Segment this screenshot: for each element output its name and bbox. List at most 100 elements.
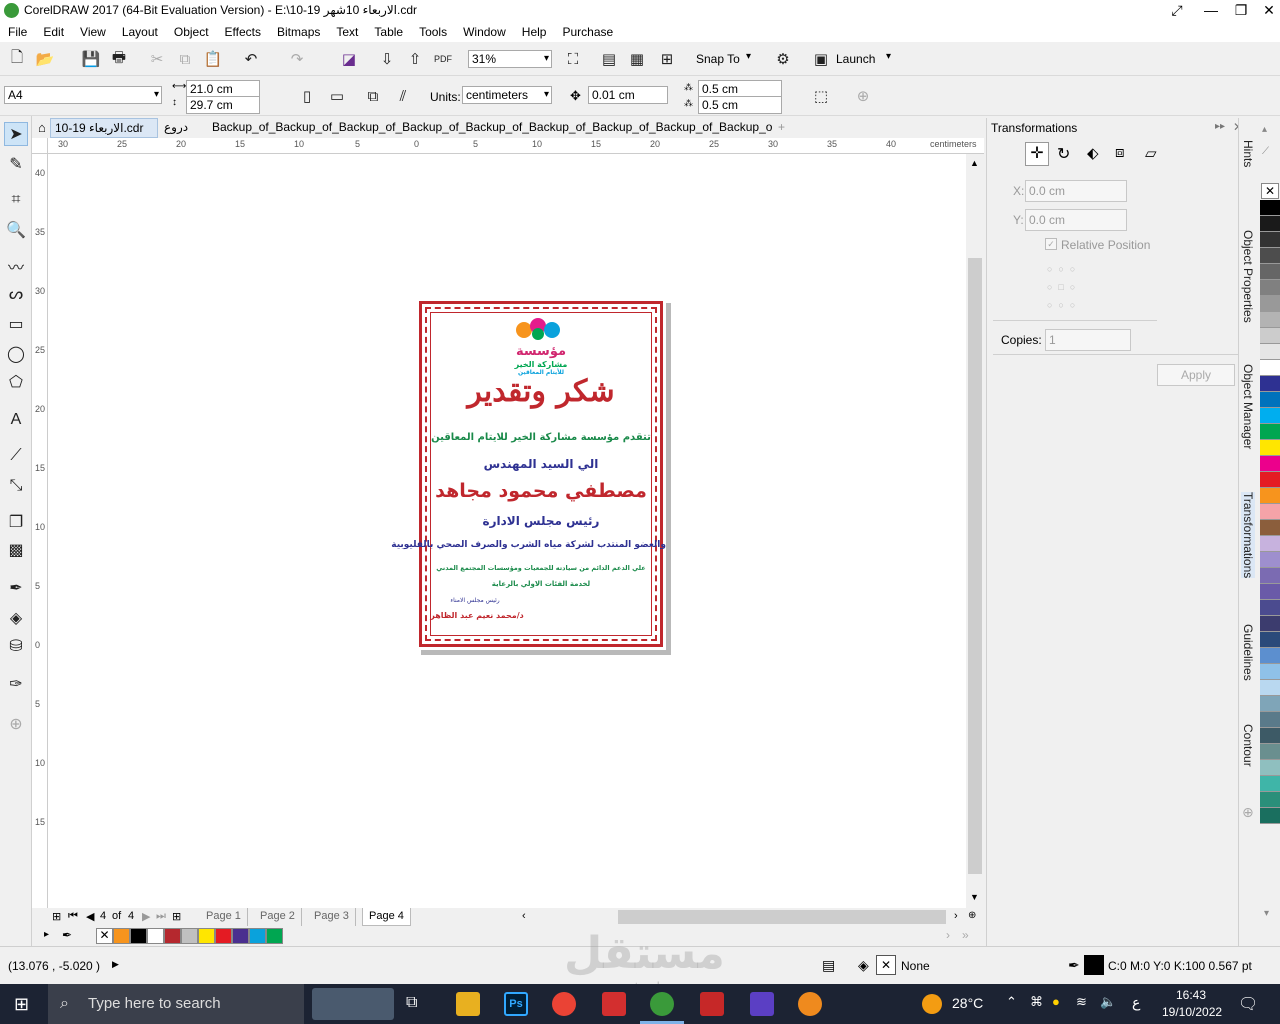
add-page-before-icon[interactable]: ⊞ <box>52 910 61 923</box>
outline-pen-icon[interactable]: ✑ <box>4 672 28 696</box>
color-swatch[interactable] <box>1260 680 1280 696</box>
paste-icon[interactable]: 📋 <box>202 48 224 70</box>
palette-collapse-icon[interactable]: ⟋ <box>1262 146 1269 157</box>
minimize-button[interactable]: — <box>1194 0 1228 22</box>
color-swatch[interactable] <box>1260 760 1280 776</box>
page-size-dropdown[interactable]: A4 <box>4 86 162 104</box>
color-swatch[interactable] <box>1260 280 1280 296</box>
color-swatch[interactable] <box>1260 520 1280 536</box>
last-page-icon[interactable]: ⏭ <box>156 910 166 923</box>
horizontal-ruler[interactable]: 30 25 20 15 10 5 0 5 10 15 20 25 30 35 4… <box>48 138 984 154</box>
crop-tool-icon[interactable]: ⌗ <box>4 188 28 212</box>
color-swatch[interactable] <box>1260 264 1280 280</box>
text-tool-icon[interactable]: A <box>4 408 28 432</box>
treat-as-filled-icon[interactable]: ⬚ <box>810 85 832 107</box>
vertical-ruler[interactable]: 40 35 30 25 20 15 10 5 0 5 10 15 <box>32 154 48 908</box>
no-fill-swatch[interactable]: ✕ <box>1261 183 1279 199</box>
anchor-point-grid[interactable]: ○○○ ○□○ ○○○ <box>1047 260 1097 314</box>
nudge-distance-field[interactable]: 0.01 cm <box>588 86 668 104</box>
tab-backup-document[interactable]: Backup_of_Backup_of_Backup_of_Backup_of_… <box>208 118 772 138</box>
size-icon[interactable]: ⧈ <box>1115 144 1125 161</box>
export-icon[interactable]: ⇧ <box>404 48 426 70</box>
redo-icon[interactable]: ↷ <box>286 48 308 70</box>
units-dropdown[interactable]: centimeters <box>462 86 552 104</box>
zoom-navigator-icon[interactable]: ⊕ <box>968 910 976 921</box>
add-tool-icon[interactable]: ⊕ <box>4 712 28 736</box>
color-swatch[interactable] <box>1260 200 1280 216</box>
horizontal-scroll-thumb[interactable] <box>618 910 946 924</box>
outline-swatch[interactable] <box>1084 955 1104 975</box>
freehand-tool-icon[interactable]: 〰 <box>4 254 28 278</box>
tab-transformations[interactable]: Transformations <box>1241 492 1255 579</box>
color-swatch[interactable] <box>1260 456 1280 472</box>
polygon-tool-icon[interactable]: ⬠ <box>4 370 28 394</box>
color-eyedropper-icon[interactable]: ✒ <box>4 576 28 600</box>
pick-tool-icon[interactable]: ➤ <box>4 122 28 146</box>
new-tab-icon[interactable]: + <box>774 118 789 138</box>
color-swatch[interactable] <box>1260 296 1280 312</box>
color-proofing-icon[interactable]: ▤ <box>822 957 835 974</box>
task-view-icon[interactable]: ⧉ <box>406 994 417 1012</box>
transparency-icon[interactable]: ▩ <box>4 538 28 562</box>
chrome-icon[interactable] <box>552 992 576 1016</box>
launch-icon[interactable]: ▣ <box>810 48 832 70</box>
new-document-icon[interactable]: 🗋 <box>6 48 28 70</box>
chevron-down-icon[interactable]: ▾ <box>746 51 751 62</box>
zoom-level-dropdown[interactable]: 31% <box>468 50 552 68</box>
color-swatch[interactable] <box>1260 648 1280 664</box>
color-swatch[interactable] <box>1260 232 1280 248</box>
previous-page-icon[interactable]: ◀ <box>86 910 94 923</box>
palette-swatch[interactable] <box>266 928 283 944</box>
clock-time[interactable]: 16:43 <box>1176 988 1206 1002</box>
chevron-down-icon[interactable]: ▾ <box>886 51 891 62</box>
scroll-left-icon[interactable]: ‹ <box>522 910 526 922</box>
color-swatch[interactable] <box>1260 424 1280 440</box>
menu-text[interactable]: Text <box>328 22 366 42</box>
landscape-icon[interactable]: ▭ <box>326 85 348 107</box>
menu-effects[interactable]: Effects <box>217 22 269 42</box>
x-position-field[interactable]: 0.0 cm <box>1025 180 1127 202</box>
no-color-swatch[interactable]: ✕ <box>96 928 113 944</box>
print-icon[interactable]: 🖶 <box>108 48 130 70</box>
publish-pdf-icon[interactable]: PDF <box>432 48 454 70</box>
palette-menu-icon[interactable]: ▸ <box>44 929 49 940</box>
open-icon[interactable]: 📂 <box>34 48 56 70</box>
gear-icon[interactable]: ⚙ <box>772 48 794 70</box>
scroll-down-icon[interactable]: ▼ <box>970 892 979 902</box>
show-guidelines-icon[interactable]: ⊞ <box>656 48 678 70</box>
color-swatch[interactable] <box>1260 728 1280 744</box>
first-page-icon[interactable]: ⏮ <box>68 910 78 923</box>
menu-object[interactable]: Object <box>166 22 217 42</box>
clock-date[interactable]: 19/10/2022 <box>1162 1005 1222 1019</box>
color-swatch[interactable] <box>1260 504 1280 520</box>
acrobat-icon[interactable] <box>602 992 626 1016</box>
shape-tool-icon[interactable]: ✎ <box>4 152 28 176</box>
palette-expand-icon[interactable]: » <box>962 928 969 942</box>
color-swatch[interactable] <box>1260 792 1280 808</box>
color-swatch[interactable] <box>1260 632 1280 648</box>
color-swatch[interactable] <box>1260 536 1280 552</box>
palette-swatch[interactable] <box>215 928 232 944</box>
add-page-after-icon[interactable]: ⊞ <box>172 910 181 923</box>
docker-collapse-icon[interactable]: ▸▸ <box>1215 121 1225 132</box>
palette-scroll-right-icon[interactable]: › <box>946 928 950 942</box>
palette-swatch[interactable] <box>232 928 249 944</box>
menu-table[interactable]: Table <box>366 22 411 42</box>
artistic-media-icon[interactable]: ᔕ <box>4 282 28 306</box>
vertical-scroll-thumb[interactable] <box>968 258 982 874</box>
search-content-icon[interactable]: ◪ <box>338 48 360 70</box>
y-position-field[interactable]: 0.0 cm <box>1025 209 1127 231</box>
status-expand-icon[interactable]: ▶ <box>112 959 119 970</box>
app-icon[interactable] <box>700 992 724 1016</box>
color-swatch[interactable] <box>1260 568 1280 584</box>
chevron-up-icon[interactable]: ⌃ <box>1006 994 1017 1010</box>
interactive-fill-icon[interactable]: ◈ <box>4 606 28 630</box>
tab-contour[interactable]: Contour <box>1241 724 1255 767</box>
all-pages-icon[interactable]: ⧉ <box>362 85 384 107</box>
color-swatch[interactable] <box>1260 664 1280 680</box>
menu-bitmaps[interactable]: Bitmaps <box>269 22 328 42</box>
launch-dropdown[interactable]: Launch <box>836 52 875 66</box>
palette-swatch[interactable] <box>164 928 181 944</box>
color-swatch[interactable] <box>1260 472 1280 488</box>
copies-field[interactable]: 1 <box>1045 329 1131 351</box>
